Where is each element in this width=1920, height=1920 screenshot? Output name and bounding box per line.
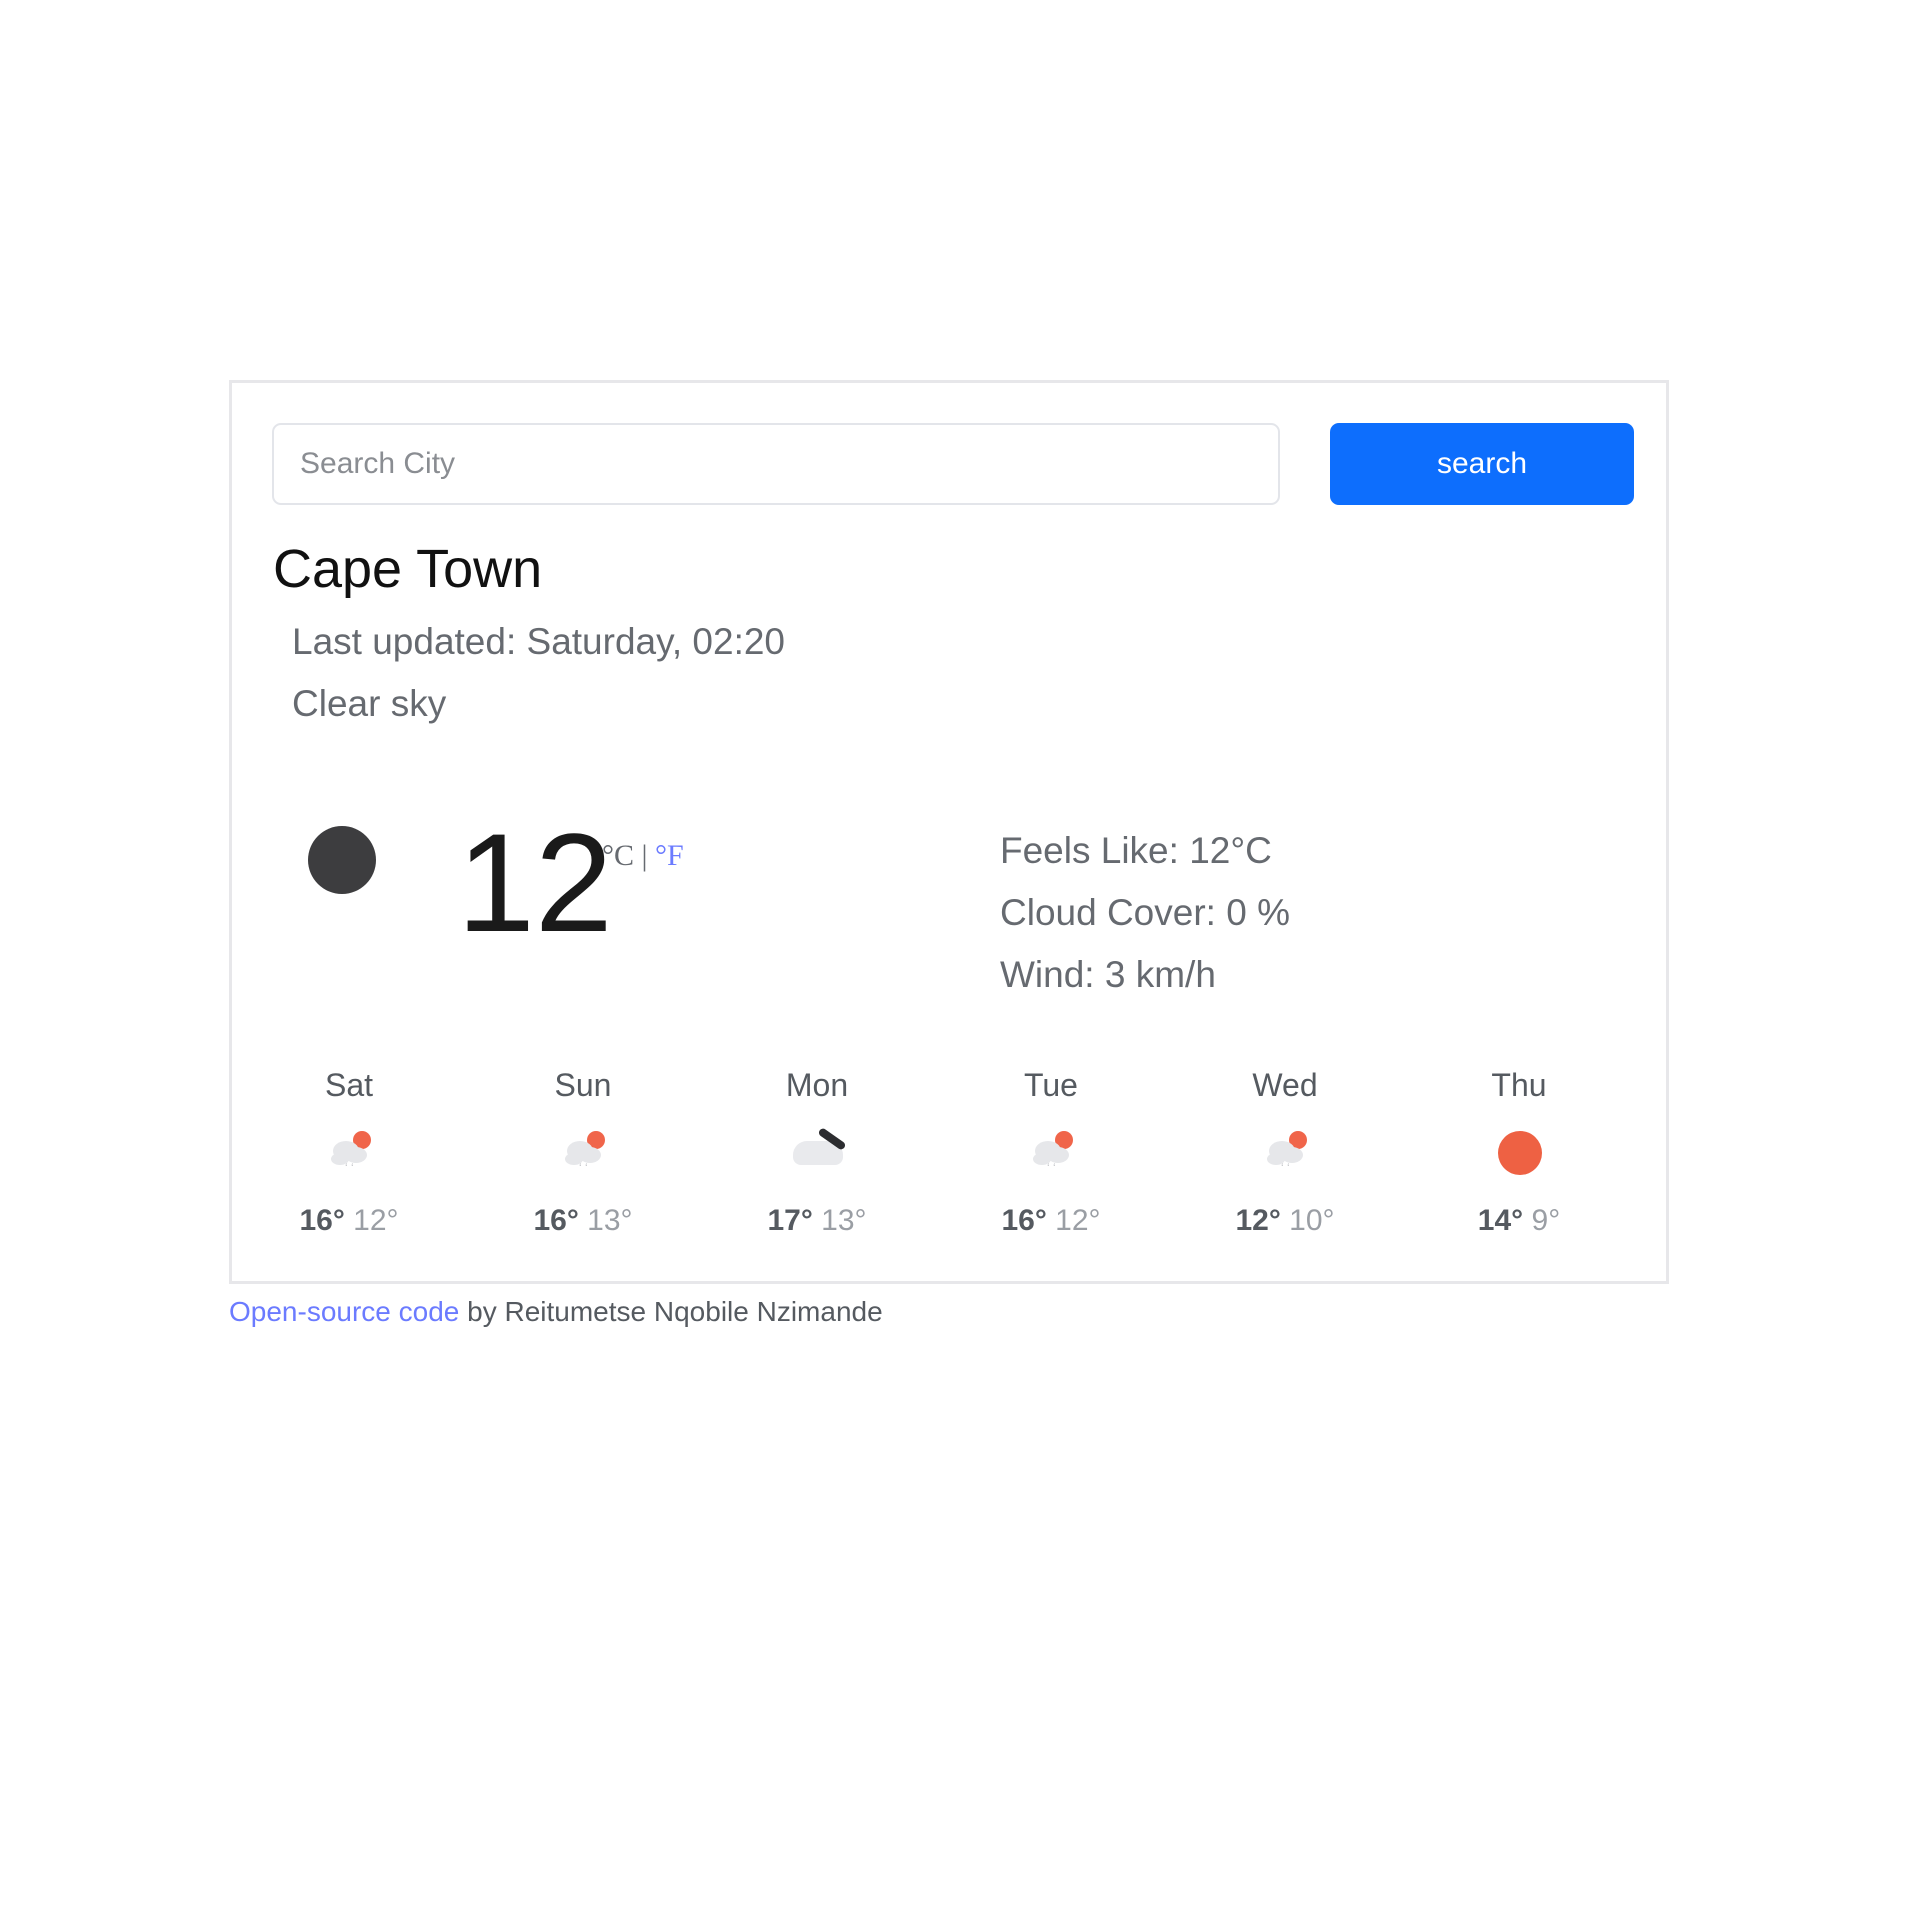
unit-toggle: °C | °F	[602, 839, 684, 873]
forecast-max: 16°	[1001, 1204, 1047, 1237]
forecast-min: 12°	[1055, 1204, 1101, 1237]
weather-details: Feels Like: 12°C Cloud Cover: 0 % Wind: …	[1000, 820, 1290, 1006]
last-updated: Last updated: Saturday, 02:20	[292, 621, 786, 662]
rain-sun-icon: ʻ ʻ	[553, 1125, 613, 1181]
forecast-max: 17°	[767, 1204, 813, 1237]
forecast-day-name: Thu	[1491, 1067, 1547, 1103]
forecast-day-name: Wed	[1252, 1067, 1318, 1103]
author-byline: by Reitumetse Nqobile Nzimande	[459, 1296, 883, 1327]
forecast-max: 14°	[1477, 1204, 1524, 1237]
forecast-temps: 17° 13°	[747, 1201, 887, 1241]
source-code-link[interactable]: Open-source code	[229, 1296, 459, 1327]
forecast-temps: 16° 12°	[981, 1201, 1121, 1241]
forecast-day-name: Sun	[554, 1067, 612, 1103]
forecast-day-name: Sat	[324, 1067, 374, 1103]
cloudy-icon	[787, 1125, 847, 1181]
rain-sun-icon: ʻ ʻ	[1021, 1125, 1081, 1181]
forecast-max: 16°	[533, 1204, 579, 1237]
footer-credit: Open-source code by Reitumetse Nqobile N…	[229, 1296, 883, 1328]
forecast-day-name: Tue	[1024, 1067, 1078, 1103]
forecast-day: Wed ʻ ʻ 12° 10°	[1215, 1063, 1355, 1241]
clear-night-icon	[308, 826, 376, 894]
search-input[interactable]	[272, 423, 1280, 505]
forecast-day: Thu 14° 9°	[1449, 1063, 1589, 1241]
forecast-temps: 14° 9°	[1449, 1201, 1589, 1241]
forecast-row: Sat ʻ ʻ 16° 12° Sun ʻ ʻ 16° 13° Mon 17° …	[279, 1063, 1679, 1243]
forecast-day: Tue ʻ ʻ 16° 12°	[981, 1063, 1121, 1241]
forecast-temps: 16° 12°	[279, 1201, 419, 1241]
forecast-max: 16°	[299, 1204, 345, 1237]
weather-description: Clear sky	[292, 683, 447, 724]
weather-card: search Cape Town Last updated: Saturday,…	[229, 380, 1669, 1284]
wind-speed: Wind: 3 km/h	[1000, 954, 1216, 995]
forecast-min: 9°	[1531, 1204, 1561, 1237]
rain-sun-icon: ʻ ʻ	[319, 1125, 379, 1181]
search-button[interactable]: search	[1330, 423, 1634, 505]
sun-icon	[1489, 1125, 1549, 1181]
forecast-min: 12°	[353, 1204, 399, 1237]
forecast-day: Sat ʻ ʻ 16° 12°	[279, 1063, 419, 1241]
rain-sun-icon: ʻ ʻ	[1255, 1125, 1315, 1181]
forecast-max: 12°	[1235, 1204, 1281, 1237]
unit-separator: |	[641, 839, 648, 872]
forecast-min: 13°	[821, 1204, 867, 1237]
forecast-min: 10°	[1289, 1204, 1335, 1237]
fahrenheit-link[interactable]: °F	[655, 839, 684, 872]
forecast-temps: 12° 10°	[1215, 1201, 1355, 1241]
forecast-temps: 16° 13°	[513, 1201, 653, 1241]
celsius-unit: °C	[602, 839, 635, 872]
cloud-cover: Cloud Cover: 0 %	[1000, 892, 1290, 933]
forecast-day: Sun ʻ ʻ 16° 13°	[513, 1063, 653, 1241]
forecast-day: Mon 17° 13°	[747, 1063, 887, 1241]
search-form: search	[272, 423, 1636, 505]
forecast-day-name: Mon	[785, 1067, 849, 1103]
forecast-min: 13°	[587, 1204, 633, 1237]
city-name: Cape Town	[273, 539, 543, 599]
feels-like: Feels Like: 12°C	[1000, 830, 1272, 871]
current-temperature: 12	[457, 804, 613, 961]
